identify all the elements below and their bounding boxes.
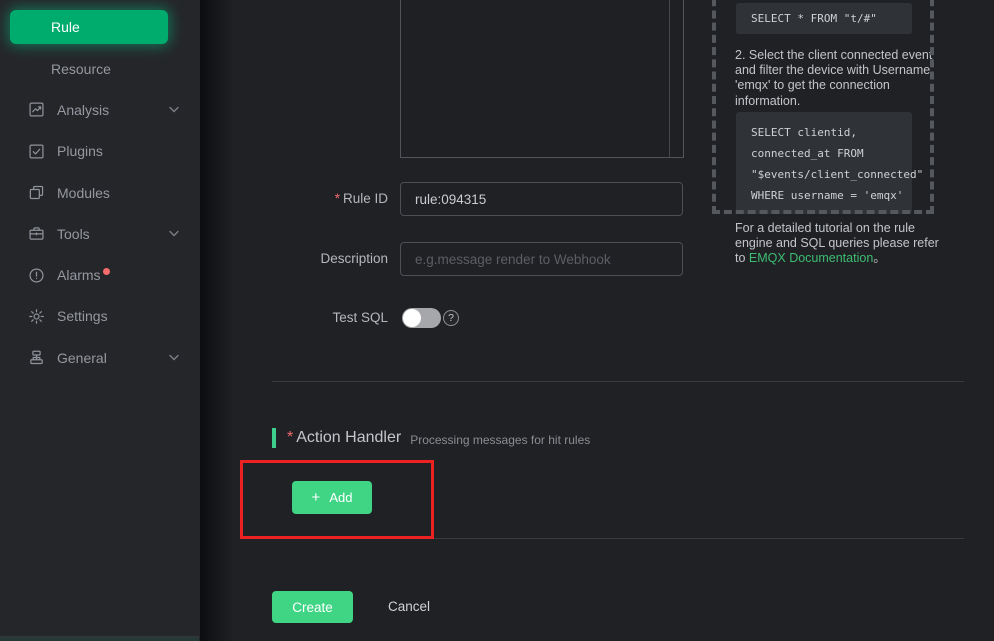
section-divider-top [272,381,964,382]
sql-editor[interactable] [400,0,684,158]
sql-editor-scrollbar[interactable] [669,0,670,157]
settings-icon [28,308,45,325]
section-accent-bar [272,428,276,448]
modules-icon [28,184,45,201]
test-sql-label: Test SQL [250,301,388,335]
sidebar-item-tools[interactable]: Tools [0,213,200,254]
tools-icon [28,225,45,242]
sidebar-item-label: Alarms [57,267,101,283]
sidebar-item-label: Settings [57,308,108,324]
chevron-down-icon[interactable] [169,106,179,113]
add-action-button[interactable]: + Add [292,481,372,514]
sidebar-item-rule[interactable]: Rule [10,10,168,44]
rule-id-input[interactable] [400,182,683,216]
sidebar-item-modules[interactable]: Modules [0,172,200,213]
chevron-down-icon[interactable] [169,230,179,237]
sidebar-item-plugins[interactable]: Plugins [0,131,200,172]
chevron-down-icon[interactable] [169,354,179,361]
sql-example-basic: SELECT * FROM "t/#" [736,3,912,34]
rule-id-label: *Rule ID [250,182,388,216]
sidebar-item-label: Analysis [57,102,109,118]
sidebar-bottom-strip [0,637,199,641]
code-line: "$events/client_connected" [751,164,912,185]
sidebar-item-alarms[interactable]: Alarms [0,254,200,295]
sidebar-item-label: General [57,350,107,366]
help-step2-text: 2. Select the client connected event and… [735,48,940,109]
sidebar-nav: Resource Analysis Plugins Modules Tools [0,48,200,378]
sidebar-item-label: Tools [57,226,90,242]
sidebar-item-label: Plugins [57,143,103,159]
sidebar-item-label: Modules [57,185,110,201]
section-divider-bottom [272,538,964,539]
create-button[interactable]: Create [272,591,353,623]
code-line: SELECT clientid, [751,122,912,143]
sql-example-event: SELECT clientid,connected_at FROM"$event… [736,112,912,214]
action-handler-title: *Action Handler [287,429,401,447]
code-line: WHERE username = 'emqx' [751,185,912,206]
plugins-icon [28,143,45,160]
sidebar-item-general[interactable]: General [0,337,200,378]
test-sql-toggle[interactable] [402,308,441,328]
general-icon [28,349,45,366]
action-handler-subtitle: Processing messages for hit rules [410,430,590,447]
action-handler-header: *Action Handler Processing messages for … [272,428,590,448]
alarm-badge-dot [103,268,110,275]
analysis-icon [28,101,45,118]
sidebar-item-resource[interactable]: Resource [0,48,200,89]
required-asterisk: * [335,191,340,206]
add-action-label: Add [329,490,352,505]
toggle-knob [403,309,421,327]
alarms-icon [28,267,45,284]
sidebar-shadow [200,0,234,641]
help-tutorial-text: For a detailed tutorial on the rule engi… [735,221,940,267]
sidebar-item-rule-label: Rule [51,19,80,35]
description-input[interactable] [400,242,683,276]
cancel-button[interactable]: Cancel [388,591,430,623]
emqx-documentation-link[interactable]: EMQX Documentation [749,251,873,265]
plus-icon: + [312,489,321,506]
sidebar-item-settings[interactable]: Settings [0,296,200,337]
sidebar-item-label: Resource [51,61,111,77]
sidebar-item-analysis[interactable]: Analysis [0,89,200,130]
sidebar: Rule Resource Analysis Plugins Modules [0,0,200,641]
required-asterisk: * [287,429,293,446]
description-label: Description [250,242,388,276]
code-line: connected_at FROM [751,143,912,164]
help-question-icon[interactable]: ? [443,310,459,326]
